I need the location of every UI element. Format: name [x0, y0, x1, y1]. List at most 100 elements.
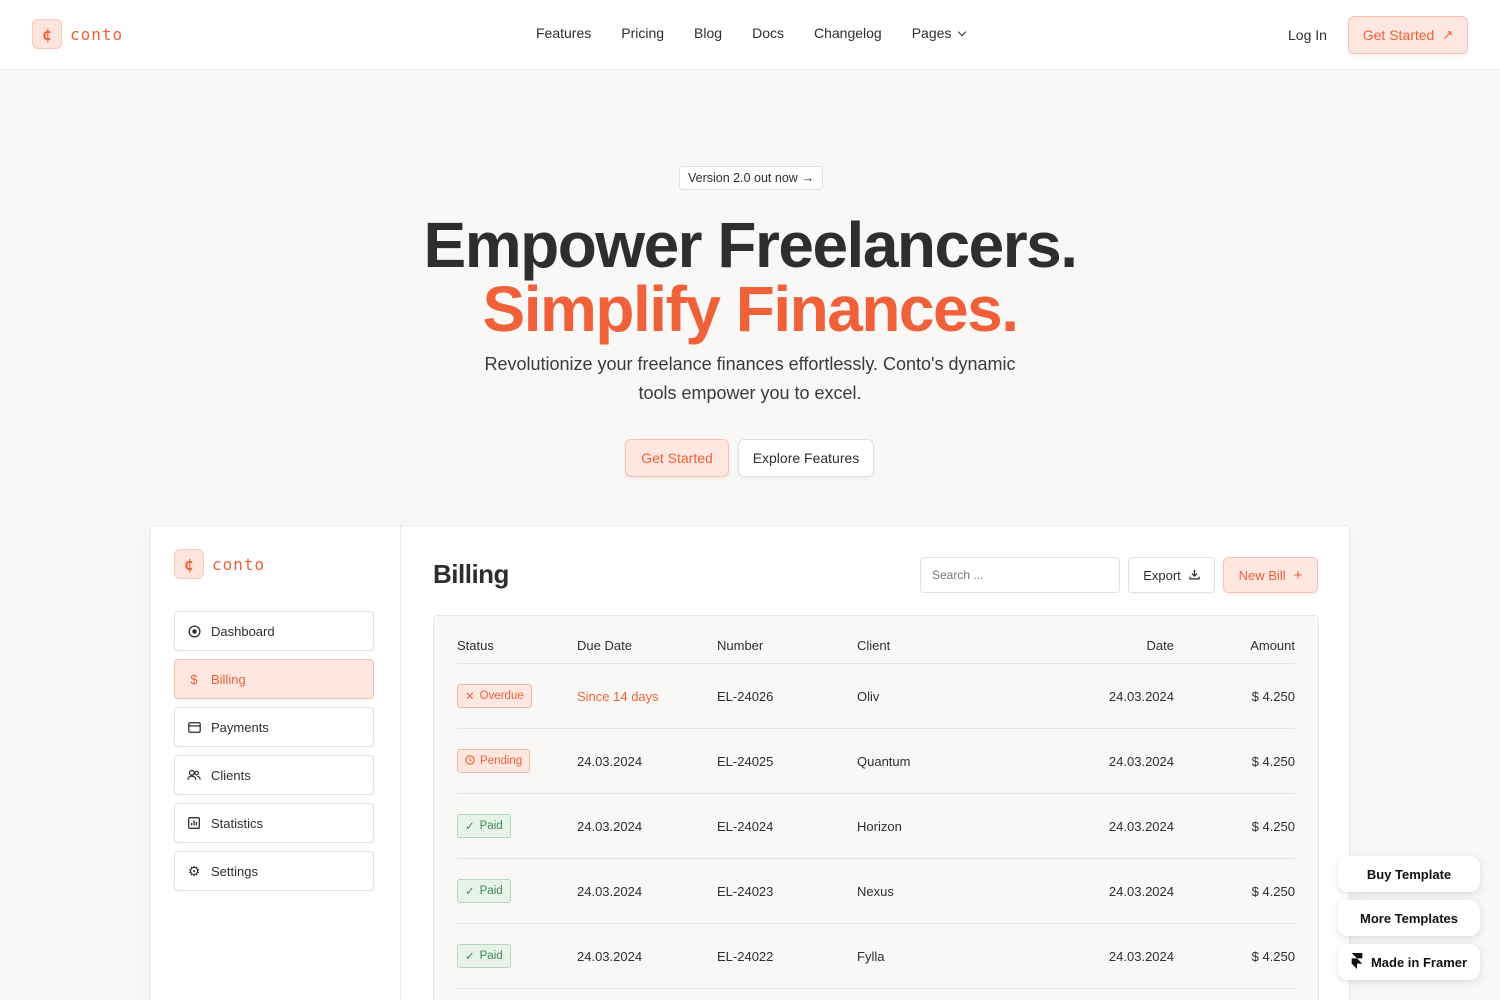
table-row[interactable]: ✓ Paid 24.03.2024 EL-24024 Horizon 24.03… [457, 794, 1295, 859]
client-cell: Nexus [857, 883, 894, 899]
users-icon [187, 768, 201, 782]
table-row[interactable]: ✕ Overdue Since 14 days EL-24026 Oliv 24… [457, 664, 1295, 729]
status-badge: ✓ Paid [457, 814, 511, 838]
brand-logo[interactable]: ¢ conto [32, 19, 123, 49]
client-cell: Oliv [857, 688, 880, 704]
buy-template-label: Buy Template [1366, 866, 1452, 882]
status-label: Overdue [479, 690, 524, 702]
main-nav: Features Pricing Blog Docs Changelog Pag… [536, 25, 967, 41]
arrow-up-right-icon: ↗ [1442, 27, 1454, 42]
amount-cell: $ 4.250 [1251, 688, 1295, 704]
sidebar-item-settings[interactable]: ⚙ Settings [174, 851, 374, 891]
search-input[interactable]: Search ... [920, 557, 1120, 593]
sidebar-item-billing[interactable]: $ Billing [174, 659, 374, 699]
status-label: Paid [479, 820, 503, 832]
sidebar-item-dashboard[interactable]: Dashboard [174, 611, 374, 651]
status-label: Pending [480, 755, 523, 767]
app-brand-name: conto [212, 554, 266, 574]
client-cell: Fylla [857, 948, 885, 964]
more-templates-button[interactable]: More Templates [1338, 900, 1480, 936]
buy-template-button[interactable]: Buy Template [1338, 856, 1480, 892]
explore-features-button[interactable]: Explore Features [738, 439, 874, 477]
version-announcement-pill[interactable]: Version 2.0 out now → [679, 166, 824, 190]
billing-panel: Billing Search ... Export New Bill + Sta… [401, 526, 1349, 1000]
download-icon [1189, 568, 1200, 583]
brand-name: conto [70, 24, 124, 44]
status-label: Paid [479, 885, 503, 897]
due-date-cell: 24.03.2024 [577, 818, 643, 834]
top-navbar: ¢ conto Features Pricing Blog Docs Chang… [0, 0, 1500, 70]
hero-get-started-button[interactable]: Get Started [625, 439, 729, 477]
status-badge: ✕ Overdue [457, 684, 532, 708]
login-link[interactable]: Log In [1288, 27, 1327, 43]
check-icon: ✓ [465, 951, 475, 963]
header-amount[interactable]: Amount [1250, 638, 1295, 663]
nav-link-changelog[interactable]: Changelog [814, 25, 882, 41]
chart-icon [187, 816, 201, 830]
due-date-cell: 24.03.2024 [577, 948, 643, 964]
check-icon: ✓ [465, 821, 475, 833]
due-date-cell: Since 14 days [577, 688, 659, 704]
sidebar-item-clients[interactable]: Clients [174, 755, 374, 795]
amount-cell: $ 4.250 [1251, 948, 1295, 964]
logo-mark-icon: ¢ [32, 19, 62, 49]
sidebar-item-label: Settings [211, 863, 258, 879]
new-bill-button[interactable]: New Bill + [1223, 557, 1318, 593]
table-row[interactable]: Pending 24.03.2024 EL-24025 Quantum 24.0… [457, 729, 1295, 794]
date-cell: 24.03.2024 [1108, 883, 1174, 899]
number-cell: EL-24022 [717, 948, 774, 964]
status-badge: ✓ Paid [457, 879, 511, 903]
table-row[interactable]: ✓ Paid 24.03.2024 EL-24022 Fylla 24.03.2… [457, 924, 1295, 989]
export-button[interactable]: Export [1128, 557, 1215, 593]
amount-cell: $ 4.250 [1251, 818, 1295, 834]
nav-link-docs[interactable]: Docs [752, 25, 784, 41]
client-cell: Quantum [857, 753, 911, 769]
nav-link-features[interactable]: Features [536, 25, 591, 41]
more-templates-label: More Templates [1359, 910, 1458, 926]
header-number[interactable]: Number [717, 638, 763, 663]
dashboard-icon [187, 624, 201, 638]
app-logo-mark-icon: ¢ [174, 549, 204, 579]
close-icon: ✕ [465, 691, 475, 703]
nav-link-pricing[interactable]: Pricing [621, 25, 664, 41]
nav-pages-dropdown[interactable]: Pages [912, 25, 967, 41]
export-label: Export [1143, 567, 1181, 583]
sidebar-item-statistics[interactable]: Statistics [174, 803, 374, 843]
amount-cell: $ 4.250 [1251, 883, 1295, 899]
header-date[interactable]: Date [1147, 638, 1174, 663]
search-placeholder: Search ... [932, 568, 984, 582]
plus-icon: + [1293, 566, 1303, 584]
explore-features-label: Explore Features [752, 450, 860, 466]
status-label: Paid [479, 950, 503, 962]
status-cell: ✓ Paid [457, 794, 511, 858]
status-badge: Pending [457, 749, 531, 773]
header-client[interactable]: Client [857, 638, 890, 663]
date-cell: 24.03.2024 [1108, 753, 1174, 769]
table-row[interactable]: ✓ Paid 24.03.2024 EL-24023 Nexus 24.03.2… [457, 859, 1295, 924]
version-pill-label: Version 2.0 out now [688, 171, 798, 185]
get-started-button[interactable]: Get Started ↗ [1348, 16, 1468, 54]
hero-headline-line1: Empower Freelancers. [423, 209, 1078, 281]
header-status[interactable]: Status [457, 638, 494, 663]
clock-icon [465, 754, 475, 768]
sidebar-item-payments[interactable]: Payments [174, 707, 374, 747]
sidebar-item-label: Statistics [211, 815, 264, 831]
sidebar-item-label: Dashboard [211, 623, 275, 639]
hero-get-started-label: Get Started [641, 450, 713, 466]
date-cell: 24.03.2024 [1108, 688, 1174, 704]
number-cell: EL-24025 [717, 753, 774, 769]
number-cell: EL-24023 [717, 883, 774, 899]
date-cell: 24.03.2024 [1108, 818, 1174, 834]
get-started-label: Get Started [1362, 27, 1435, 43]
client-cell: Horizon [857, 818, 902, 834]
due-date-cell: 24.03.2024 [577, 883, 643, 899]
table-header: Status Due Date Number Client Date Amoun… [457, 638, 1295, 664]
nav-link-blog[interactable]: Blog [694, 25, 722, 41]
date-cell: 24.03.2024 [1108, 948, 1174, 964]
made-in-framer-button[interactable]: Made in Framer [1338, 944, 1480, 980]
gear-icon: ⚙ [187, 862, 201, 879]
header-due-date[interactable]: Due Date [577, 638, 632, 663]
app-brand-logo[interactable]: ¢ conto [174, 549, 265, 579]
sidebar-item-label: Billing [211, 671, 246, 687]
sidebar-item-label: Payments [211, 719, 269, 735]
